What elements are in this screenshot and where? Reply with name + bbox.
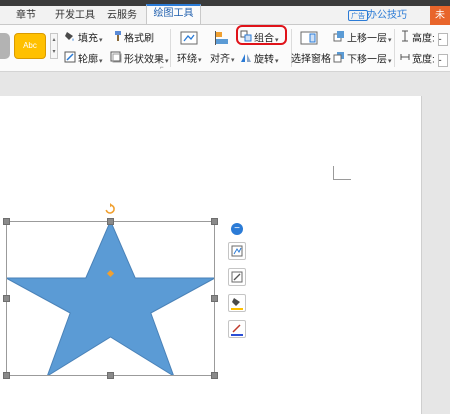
height-input[interactable]: - — [437, 32, 448, 46]
send-backward-dropdown-icon: ▾ — [388, 57, 392, 65]
align-button[interactable]: 对齐▾ — [210, 52, 235, 68]
page-margin-marker — [333, 166, 351, 180]
resize-handle-bottom-right[interactable] — [211, 372, 218, 379]
layout-options-icon — [231, 245, 243, 257]
format-painter-icon — [110, 30, 122, 48]
edit-shape-button[interactable] — [228, 268, 246, 286]
fill-bucket-icon — [231, 298, 243, 310]
outline-pen-icon — [64, 51, 76, 69]
fill-bucket-icon — [64, 30, 76, 48]
shape-context-toolbar: − — [228, 220, 246, 350]
tab-drawing-tools[interactable]: 绘图工具 — [146, 4, 201, 24]
fill-label: 填充 — [78, 33, 98, 45]
rotation-handle-icon[interactable] — [104, 203, 116, 215]
edit-shape-icon — [231, 271, 243, 283]
wrap-dropdown-icon: ▾ — [198, 57, 202, 64]
selection-pane-icon — [300, 31, 318, 51]
shape-effects-icon — [110, 51, 122, 69]
vertical-scroll-area[interactable] — [422, 96, 450, 414]
send-backward-icon — [333, 51, 345, 69]
format-painter-label: 格式刷 — [124, 33, 154, 45]
shape-effects-label: 形状效果 — [124, 54, 164, 66]
layout-options-button[interactable] — [228, 242, 246, 260]
resize-handle-right[interactable] — [211, 295, 218, 302]
width-label: 宽度: — [412, 54, 435, 66]
wrap-icon — [180, 31, 198, 51]
align-dropdown-icon: ▾ — [231, 57, 235, 64]
outline-button[interactable]: 轮廓▾ — [64, 51, 103, 67]
outline-pen-icon — [231, 324, 243, 336]
tab-developer[interactable]: 开发工具 — [52, 6, 98, 25]
outline-label: 轮廓 — [78, 54, 98, 66]
height-control: 高度: - — [400, 30, 448, 46]
wrap-label: 环绕 — [177, 54, 197, 65]
shape-style-gray[interactable] — [0, 33, 10, 59]
ribbon-toolbar: Abc ▴ ▾ 填充▾ 格式刷 轮廓▾ 形状效果▾ ⌐ 环绕▾ 对齐▾ 组合▾ … — [0, 25, 450, 72]
send-backward-label: 下移一层 — [347, 54, 387, 66]
fill-button[interactable]: 填充▾ — [64, 30, 103, 46]
selection-pane-label: 选择窗格 — [291, 54, 331, 65]
workspace-gap — [0, 72, 450, 96]
selection-pane-icon-button[interactable] — [300, 31, 320, 47]
ribbon-tab-bar: 章节 开发工具 云服务 绘图工具 广告 办公技巧 未 — [0, 4, 450, 25]
tab-cloud[interactable]: 云服务 — [104, 6, 140, 25]
rotate-label: 旋转 — [254, 54, 274, 66]
ribbon-divider — [170, 29, 171, 67]
resize-handle-top-right[interactable] — [211, 218, 218, 225]
ribbon-divider — [394, 29, 395, 67]
bring-forward-button[interactable]: 上移一层▾ — [333, 30, 392, 46]
shape-fill-button[interactable] — [228, 294, 246, 312]
resize-handle-bottom[interactable] — [107, 372, 114, 379]
tab-chapter[interactable]: 章节 — [10, 6, 42, 25]
ad-badge: 广告 — [348, 10, 368, 21]
style-gallery-scroll[interactable]: ▴ ▾ — [50, 33, 58, 59]
bring-forward-icon — [333, 30, 345, 48]
wrap-button[interactable]: 环绕▾ — [177, 52, 202, 68]
width-control: 宽度: - — [400, 51, 448, 67]
shape-effects-dropdown-icon: ▾ — [165, 57, 169, 65]
bring-forward-dropdown-icon: ▾ — [388, 36, 392, 44]
width-icon — [400, 51, 410, 69]
align-icon-button[interactable] — [215, 31, 235, 47]
collapse-toolbar-icon[interactable]: − — [231, 223, 243, 235]
rotate-highlight-annotation — [236, 25, 287, 45]
align-label: 对齐 — [210, 54, 230, 65]
wrap-icon-button[interactable] — [180, 31, 200, 47]
resize-handle-bottom-left[interactable] — [3, 372, 10, 379]
align-icon — [215, 31, 233, 51]
shape-style-orange[interactable]: Abc — [14, 33, 46, 59]
document-page[interactable]: − — [0, 96, 422, 414]
width-input[interactable]: - — [437, 53, 448, 67]
selection-box — [6, 221, 215, 376]
resize-handle-left[interactable] — [3, 295, 10, 302]
height-label: 高度: — [412, 33, 435, 45]
shape-outline-button[interactable] — [228, 320, 246, 338]
dialog-launcher-icon[interactable]: ⌐ — [160, 65, 166, 71]
office-tips-link[interactable]: 办公技巧 — [367, 6, 407, 25]
selection-pane-button[interactable]: 选择窗格 — [291, 52, 331, 68]
rotate-dropdown-icon: ▾ — [275, 57, 279, 65]
rotate-button[interactable]: 旋转▾ — [240, 51, 279, 67]
format-painter-button[interactable]: 格式刷 — [110, 30, 154, 46]
height-icon — [400, 30, 410, 48]
resize-handle-top[interactable] — [107, 218, 114, 225]
send-backward-button[interactable]: 下移一层▾ — [333, 51, 392, 67]
resize-handle-top-left[interactable] — [3, 218, 10, 225]
corner-button[interactable]: 未 — [430, 6, 450, 25]
fill-dropdown-icon: ▾ — [99, 36, 103, 44]
outline-dropdown-icon: ▾ — [99, 57, 103, 65]
bring-forward-label: 上移一层 — [347, 33, 387, 45]
rotate-icon — [240, 51, 252, 69]
